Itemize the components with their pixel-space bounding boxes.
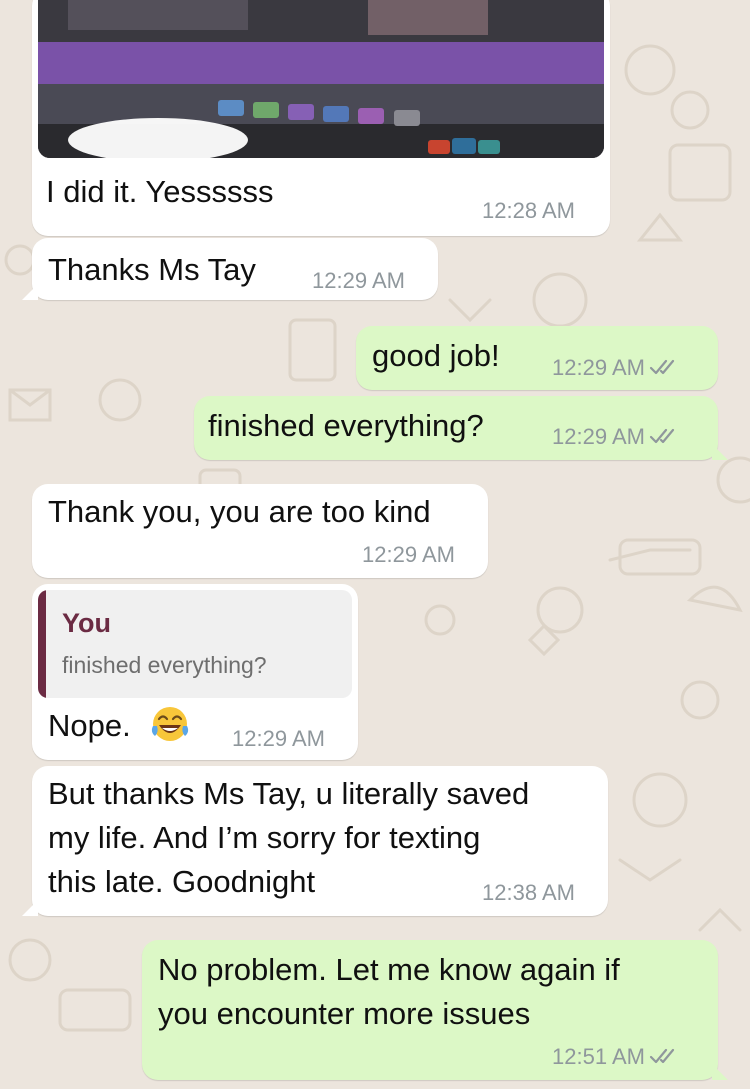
message-time: 12:29 AM [552,424,679,450]
incoming-photo-message[interactable]: I did it. Yessssss 12:28 AM [32,0,610,236]
quoted-text: finished everything? [62,652,267,678]
quote-accent-bar [38,590,46,698]
message-time: 12:29 AM [312,268,405,293]
message-line: No problem. Let me know again if [158,952,620,987]
message-text: finished everything? [208,408,484,443]
message-time-text: 12:29 AM [552,355,645,380]
message-line: my life. And I’m sorry for texting [48,820,481,855]
quoted-message[interactable]: You finished everything? [38,590,352,698]
message-time: 12:28 AM [482,198,575,223]
message-text: good job! [372,338,500,373]
message-time-text: 12:29 AM [552,424,645,449]
double-check-icon [649,1048,675,1064]
tears-of-joy-emoji [151,707,189,741]
shared-photo[interactable] [38,0,604,158]
message-text: Thank you, you are too kind [48,494,431,529]
message-time-text: 12:51 AM [552,1044,645,1069]
message-time: 12:38 AM [482,880,575,905]
message-text: I did it. Yessssss [46,174,274,209]
outgoing-message[interactable]: good job! 12:29 AM [356,326,718,390]
message-time: 12:29 AM [552,355,679,381]
message-line: this late. Goodnight [48,864,316,899]
message-time: 12:29 AM [232,726,325,751]
outgoing-message[interactable]: finished everything? 12:29 AM [194,396,728,460]
outgoing-message[interactable]: No problem. Let me know again if you enc… [142,940,728,1080]
incoming-reply-message[interactable]: You finished everything? Nope. 12:29 AM [32,584,358,760]
incoming-message[interactable]: Thanks Ms Tay 12:29 AM [22,238,438,300]
message-text: Nope. [48,708,131,743]
double-check-icon [649,428,675,444]
double-check-icon [649,359,675,375]
incoming-message[interactable]: But thanks Ms Tay, u literally saved my … [22,766,608,916]
message-time: 12:29 AM [362,542,455,567]
message-line: But thanks Ms Tay, u literally saved [48,776,530,811]
message-time: 12:51 AM [552,1044,679,1070]
blurred-photo-image [38,0,604,158]
incoming-message[interactable]: Thank you, you are too kind 12:29 AM [32,484,488,578]
quoted-author: You [62,608,111,638]
message-line: you encounter more issues [158,996,531,1031]
message-text: Thanks Ms Tay [48,252,256,287]
